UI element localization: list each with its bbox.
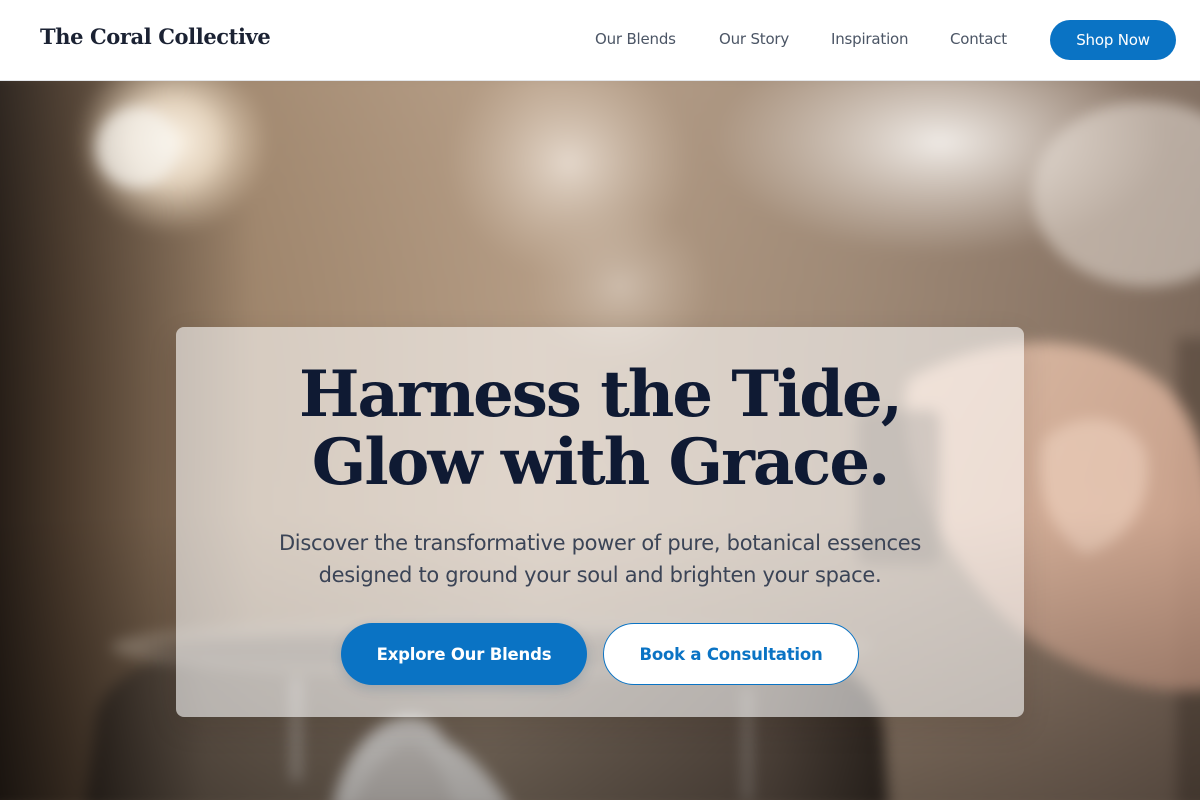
hero-title-line-2: Glow with Grace.: [311, 425, 891, 500]
nav-link-our-blends[interactable]: Our Blends: [595, 30, 676, 48]
shop-now-button[interactable]: Shop Now: [1050, 20, 1176, 60]
book-consultation-button[interactable]: Book a Consultation: [603, 623, 859, 685]
hero-content-card: Harness the Tide, Glow with Grace. Disco…: [176, 327, 1024, 717]
brand-logo[interactable]: The Coral Collective: [40, 24, 271, 49]
nav-link-inspiration[interactable]: Inspiration: [831, 30, 909, 48]
hero-section: Harness the Tide, Glow with Grace. Disco…: [0, 81, 1200, 800]
site-header: The Coral Collective Our Blends Our Stor…: [0, 0, 1200, 81]
nav-link-contact[interactable]: Contact: [950, 30, 1007, 48]
nav-link-our-story[interactable]: Our Story: [719, 30, 789, 48]
hero-title: Harness the Tide, Glow with Grace.: [176, 361, 1024, 497]
hero-subtitle: Discover the transformative power of pur…: [278, 531, 922, 587]
hero-title-line-1: Harness the Tide,: [298, 357, 903, 432]
explore-blends-button[interactable]: Explore Our Blends: [341, 623, 587, 685]
